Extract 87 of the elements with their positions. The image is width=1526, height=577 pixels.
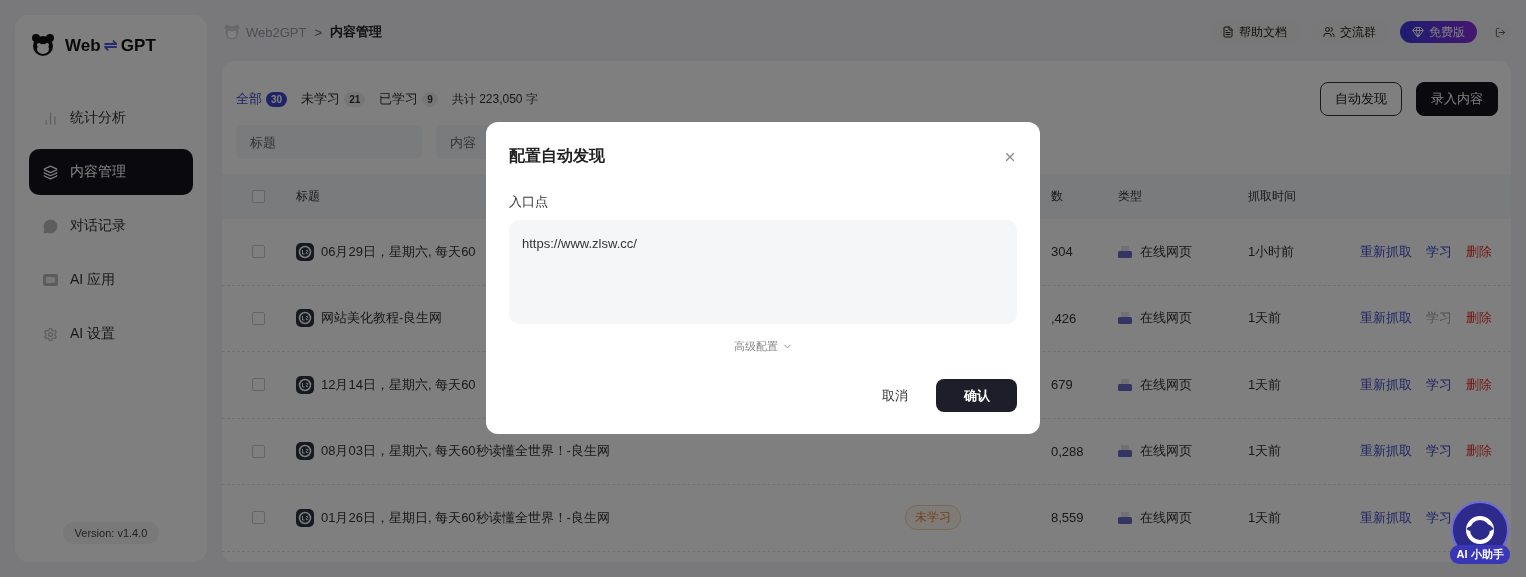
row-action-link[interactable]: 重新抓取	[1360, 309, 1412, 328]
table-cell: 0,288	[1051, 443, 1084, 459]
table-cell: 12月14日，星期六, 每天60	[321, 375, 476, 394]
total-count: 共计 223,050 字	[451, 90, 538, 108]
panda-logo-icon	[224, 24, 240, 40]
table-cell: 08月03日，星期六, 每天60秒读懂全世界！-良生网	[321, 442, 610, 461]
table-cell: 06月29日，星期六, 每天60	[321, 242, 476, 261]
sidebar-item[interactable]: 对话记录	[29, 203, 193, 249]
row-action-link[interactable]: 删除	[1466, 309, 1492, 328]
table-cell: 在线网页	[1140, 309, 1192, 328]
column-header: 抓取时间	[1248, 188, 1296, 205]
filter-tab[interactable]: 全部 30	[236, 90, 288, 108]
table-cell: 1小时前	[1248, 242, 1295, 261]
panda-logo-icon	[31, 33, 55, 57]
filter-tab[interactable]: 未学习 21	[301, 90, 366, 108]
add-content-button[interactable]: 录入内容	[1416, 82, 1498, 116]
sidebar-item[interactable]: 内容管理	[29, 149, 193, 195]
checkbox[interactable]	[252, 190, 265, 203]
auto-discover-button[interactable]: 自动发现	[1320, 82, 1402, 116]
sidebar-item[interactable]: AI 应用	[29, 257, 193, 303]
table-cell: 679	[1051, 377, 1073, 393]
row-action-link[interactable]: 学习	[1426, 242, 1452, 261]
checkbox[interactable]	[252, 245, 265, 259]
column-header: 标题	[296, 188, 320, 205]
row-action-link[interactable]: 重新抓取	[1360, 242, 1412, 261]
row-action-link[interactable]: 学习	[1426, 442, 1452, 461]
row-action-link[interactable]: 学习	[1426, 375, 1452, 394]
checkbox[interactable]	[252, 444, 265, 458]
site-logo-icon	[296, 442, 314, 461]
plan-badge[interactable]: 免费版	[1400, 21, 1477, 43]
bar-chart-icon	[43, 110, 58, 126]
table-cell: 8,559	[1051, 510, 1084, 526]
table-cell: ,426	[1051, 310, 1077, 326]
row-action-link[interactable]: 重新抓取	[1360, 508, 1412, 527]
web-page-icon	[1118, 312, 1132, 325]
row-action-link[interactable]: 重新抓取	[1360, 375, 1412, 394]
checkbox[interactable]	[252, 311, 265, 325]
column-header: 类型	[1118, 188, 1142, 205]
web-page-icon	[1118, 445, 1132, 458]
checkbox[interactable]	[252, 378, 265, 392]
site-logo-icon	[296, 309, 314, 328]
table-cell: 304	[1051, 244, 1073, 260]
table-cell: 1天前	[1248, 508, 1282, 527]
filter-tab[interactable]: 已学习 9	[379, 90, 438, 108]
breadcrumb-current: 内容管理	[330, 23, 383, 41]
site-logo-icon	[296, 508, 314, 527]
users-icon	[1323, 26, 1335, 38]
layers-icon	[43, 164, 58, 180]
confirm-button[interactable]: 确认	[936, 379, 1017, 412]
table-cell: 1天前	[1248, 309, 1282, 328]
settings-icon	[43, 326, 58, 342]
table-cell: 在线网页	[1140, 242, 1192, 261]
search-field[interactable]: 标题	[236, 125, 422, 159]
ai-chip-icon	[43, 274, 58, 286]
column-header: 数	[1051, 188, 1063, 205]
diamond-icon	[1412, 26, 1424, 38]
status-tag: 未学习	[905, 505, 961, 531]
cancel-button[interactable]: 取消	[876, 380, 914, 411]
table-cell: 网站美化教程-良生网	[321, 309, 443, 328]
breadcrumb-separator: >	[314, 24, 323, 40]
web-page-icon	[1118, 245, 1132, 258]
chat-bubble-icon	[43, 218, 58, 234]
table-cell: 1天前	[1248, 442, 1282, 461]
web-page-icon	[1118, 511, 1132, 524]
document-icon	[1222, 26, 1234, 38]
row-action-link[interactable]: 重新抓取	[1360, 442, 1412, 461]
logout-icon	[1494, 26, 1506, 38]
app-name: Web ⇌ GPT	[65, 34, 156, 56]
table-cell: 在线网页	[1140, 375, 1192, 394]
advanced-toggle[interactable]: 高级配置	[727, 338, 799, 355]
sidebar-item[interactable]: AI 设置	[29, 311, 193, 357]
row-action-link[interactable]: 删除	[1466, 375, 1492, 394]
url-field[interactable]: https://www.zlsw.cc/	[509, 220, 1017, 324]
site-logo-icon	[296, 375, 314, 394]
table-cell: 在线网页	[1140, 508, 1192, 527]
table-cell: 在线网页	[1140, 442, 1192, 461]
row-action-link[interactable]: 删除	[1466, 442, 1492, 461]
sidebar-item[interactable]: 统计分析	[29, 95, 193, 141]
version-label: Version: v1.4.0	[62, 522, 160, 544]
dialog-title: 配置自动发现	[509, 146, 605, 166]
checkbox[interactable]	[252, 511, 265, 525]
site-logo-icon	[296, 242, 314, 261]
table-cell: 01月26日，星期日, 每天60秒读懂全世界！-良生网	[321, 508, 610, 527]
web-page-icon	[1118, 378, 1132, 391]
table-cell: 1天前	[1248, 375, 1282, 394]
row-action-link[interactable]: 删除	[1466, 242, 1492, 261]
field-label: 入口点	[509, 193, 549, 211]
